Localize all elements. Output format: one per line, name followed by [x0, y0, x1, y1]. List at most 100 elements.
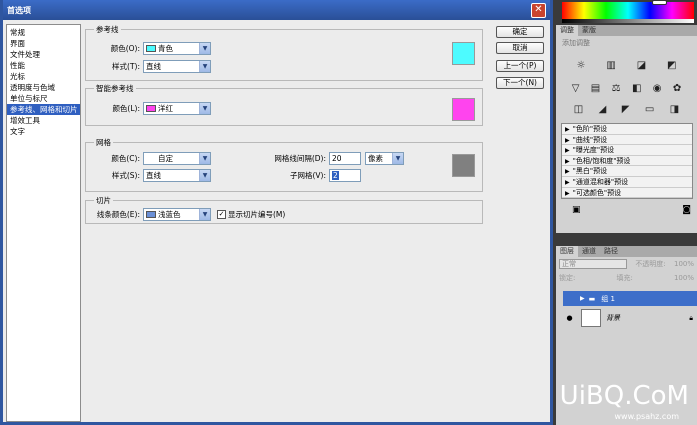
- preset-black-white[interactable]: ▶ "黑白"预设: [562, 166, 692, 177]
- guides-color-select[interactable]: 青色 ▼: [143, 42, 211, 55]
- hue-saturation-icon[interactable]: ▤: [591, 83, 600, 94]
- preset-exposure[interactable]: ▶ "曝光度"预设: [562, 145, 692, 156]
- gridline-every-value: 20: [332, 154, 342, 163]
- black-white-icon[interactable]: ◧: [632, 83, 641, 94]
- guides-style-select[interactable]: 直线 ▼: [143, 60, 211, 73]
- nav-item-file-handling[interactable]: 文件处理: [7, 49, 80, 60]
- smart-guides-color-label: 颜色(L):: [112, 104, 140, 113]
- vibrance-icon[interactable]: ▽: [572, 83, 580, 94]
- blend-mode-select[interactable]: 正常: [559, 259, 627, 269]
- color-balance-icon[interactable]: ⚖: [612, 83, 621, 94]
- tab-channels[interactable]: 通道: [578, 246, 600, 257]
- slices-color-label: 线条颜色(E):: [96, 210, 140, 219]
- gridline-unit-select[interactable]: 像素 ▼: [365, 152, 404, 165]
- nav-item-transparency[interactable]: 透明度与色域: [7, 82, 80, 93]
- smart-guides-color-swatch[interactable]: [452, 98, 475, 121]
- preset-levels[interactable]: ▶ "色阶"预设: [562, 124, 692, 135]
- slices-color-value: 浅蓝色: [158, 210, 181, 219]
- tab-paths[interactable]: 路径: [600, 246, 622, 257]
- smart-guides-color-chip: [146, 105, 156, 112]
- dialog-titlebar[interactable]: 首选项 ✕: [3, 0, 550, 20]
- exposure-icon[interactable]: ◩: [667, 60, 676, 71]
- layer-row-background[interactable]: ● 背景 🔒︎: [563, 307, 697, 329]
- guides-group: 参考线 颜色(O): 青色 ▼ 样式(T): 直线 ▼: [85, 24, 483, 81]
- selective-color-icon[interactable]: ◨: [670, 104, 679, 115]
- chevron-down-icon: ▼: [199, 43, 210, 54]
- photo-filter-icon[interactable]: ◉: [653, 83, 662, 94]
- smart-guides-color-select[interactable]: 洋红 ▼: [143, 102, 211, 115]
- watermark-logo: UiBQ.CoM: [559, 381, 689, 411]
- gridline-unit-value: 像素: [368, 154, 383, 163]
- nav-item-cursors[interactable]: 光标: [7, 71, 80, 82]
- show-slice-numbers-checkbox[interactable]: ✓: [217, 210, 226, 219]
- fill-value[interactable]: 100%: [674, 274, 694, 282]
- close-button[interactable]: ✕: [531, 2, 546, 18]
- nav-item-units[interactable]: 单位与标尺: [7, 93, 80, 104]
- color-spectrum[interactable]: [562, 2, 694, 19]
- brightness-icon[interactable]: ☼: [576, 60, 585, 71]
- invert-icon[interactable]: ◫: [574, 104, 583, 115]
- preset-curves[interactable]: ▶ "曲线"预设: [562, 135, 692, 146]
- preset-channel-mixer[interactable]: ▶ "通道混和器"预设: [562, 177, 692, 188]
- subdivisions-input[interactable]: 2: [329, 169, 361, 182]
- channel-mixer-icon[interactable]: ✿: [673, 83, 681, 94]
- ok-button[interactable]: 确定: [496, 26, 544, 38]
- blend-row: 正常 不透明度: 100%: [556, 257, 697, 271]
- grid-style-select[interactable]: 直线 ▼: [143, 169, 211, 182]
- lock-icon: 🔒︎: [689, 313, 693, 322]
- layer-row-group1[interactable]: ▶ ▬ 组 1: [563, 291, 697, 306]
- grid-color-swatch[interactable]: [452, 154, 475, 177]
- grid-style-value: 直线: [146, 171, 161, 180]
- levels-icon[interactable]: ▥: [606, 60, 615, 71]
- cancel-button[interactable]: 取消: [496, 42, 544, 54]
- guides-style-label: 样式(T):: [112, 62, 140, 71]
- slices-color-select[interactable]: 浅蓝色 ▼: [143, 208, 211, 221]
- expand-triangle-icon[interactable]: ▶: [580, 295, 585, 302]
- dialog-client: 常规 界面 文件处理 性能 光标 透明度与色域 单位与标尺 参考线、网格和切片 …: [3, 20, 550, 422]
- lock-row: 锁定: 填充: 100%: [556, 271, 697, 285]
- tab-layers[interactable]: 图层: [556, 246, 578, 257]
- opacity-value[interactable]: 100%: [674, 260, 694, 268]
- gradient-map-icon[interactable]: ▭: [645, 104, 654, 115]
- adjustments-tabbar: 调整 蒙版: [556, 25, 697, 36]
- threshold-icon[interactable]: ◤: [622, 104, 630, 115]
- guides-color-swatch[interactable]: [452, 42, 475, 65]
- clip-icon[interactable]: ▣: [572, 205, 581, 215]
- tab-adjustments[interactable]: 调整: [556, 25, 578, 36]
- nav-item-general[interactable]: 常规: [7, 27, 80, 38]
- grid-style-label: 样式(S):: [111, 171, 140, 180]
- slices-color-chip: [146, 211, 156, 218]
- preferences-nav-list: 常规 界面 文件处理 性能 光标 透明度与色域 单位与标尺 参考线、网格和切片 …: [6, 24, 81, 422]
- visibility-eye-icon[interactable]: ●: [563, 314, 576, 322]
- nav-item-interface[interactable]: 界面: [7, 38, 80, 49]
- grid-color-select[interactable]: 自定 ▼: [143, 152, 211, 165]
- new-adjustment-icon[interactable]: ◙: [682, 205, 691, 215]
- chevron-down-icon: ▼: [199, 103, 210, 114]
- next-button[interactable]: 下一个(N): [496, 77, 544, 89]
- layer-name: 背景: [606, 314, 620, 322]
- prev-button[interactable]: 上一个(P): [496, 60, 544, 72]
- watermark-url: www.psahz.com: [614, 412, 679, 421]
- nav-item-type[interactable]: 文字: [7, 126, 80, 137]
- color-slider-thumb[interactable]: [652, 0, 667, 5]
- nav-item-plugins[interactable]: 增效工具: [7, 115, 80, 126]
- slices-group-title: 切片: [94, 195, 113, 206]
- curves-icon[interactable]: ◪: [637, 60, 646, 71]
- layer-thumbnail: [581, 309, 601, 327]
- preset-hue-saturation[interactable]: ▶ "色相/饱和度"预设: [562, 156, 692, 167]
- layer-name: 组 1: [601, 294, 615, 303]
- guides-color-chip: [146, 45, 156, 52]
- preset-selective-color[interactable]: ▶ "可选颜色"预设: [562, 188, 692, 199]
- adjustments-footer: ▣ ◙: [556, 199, 697, 215]
- nav-item-guides-grid-slices[interactable]: 参考线、网格和切片: [7, 104, 80, 115]
- nav-item-performance[interactable]: 性能: [7, 60, 80, 71]
- tab-masks[interactable]: 蒙版: [578, 25, 600, 36]
- expand-triangle-icon: ▶: [565, 189, 570, 197]
- guides-style-value: 直线: [146, 62, 161, 71]
- guides-group-title: 参考线: [94, 24, 121, 35]
- show-slice-numbers-label: 显示切片编号(M): [228, 210, 286, 219]
- posterize-icon[interactable]: ◢: [599, 104, 607, 115]
- expand-triangle-icon: ▶: [565, 178, 570, 186]
- color-shade-bar[interactable]: [562, 19, 694, 23]
- gridline-every-input[interactable]: 20: [329, 152, 361, 165]
